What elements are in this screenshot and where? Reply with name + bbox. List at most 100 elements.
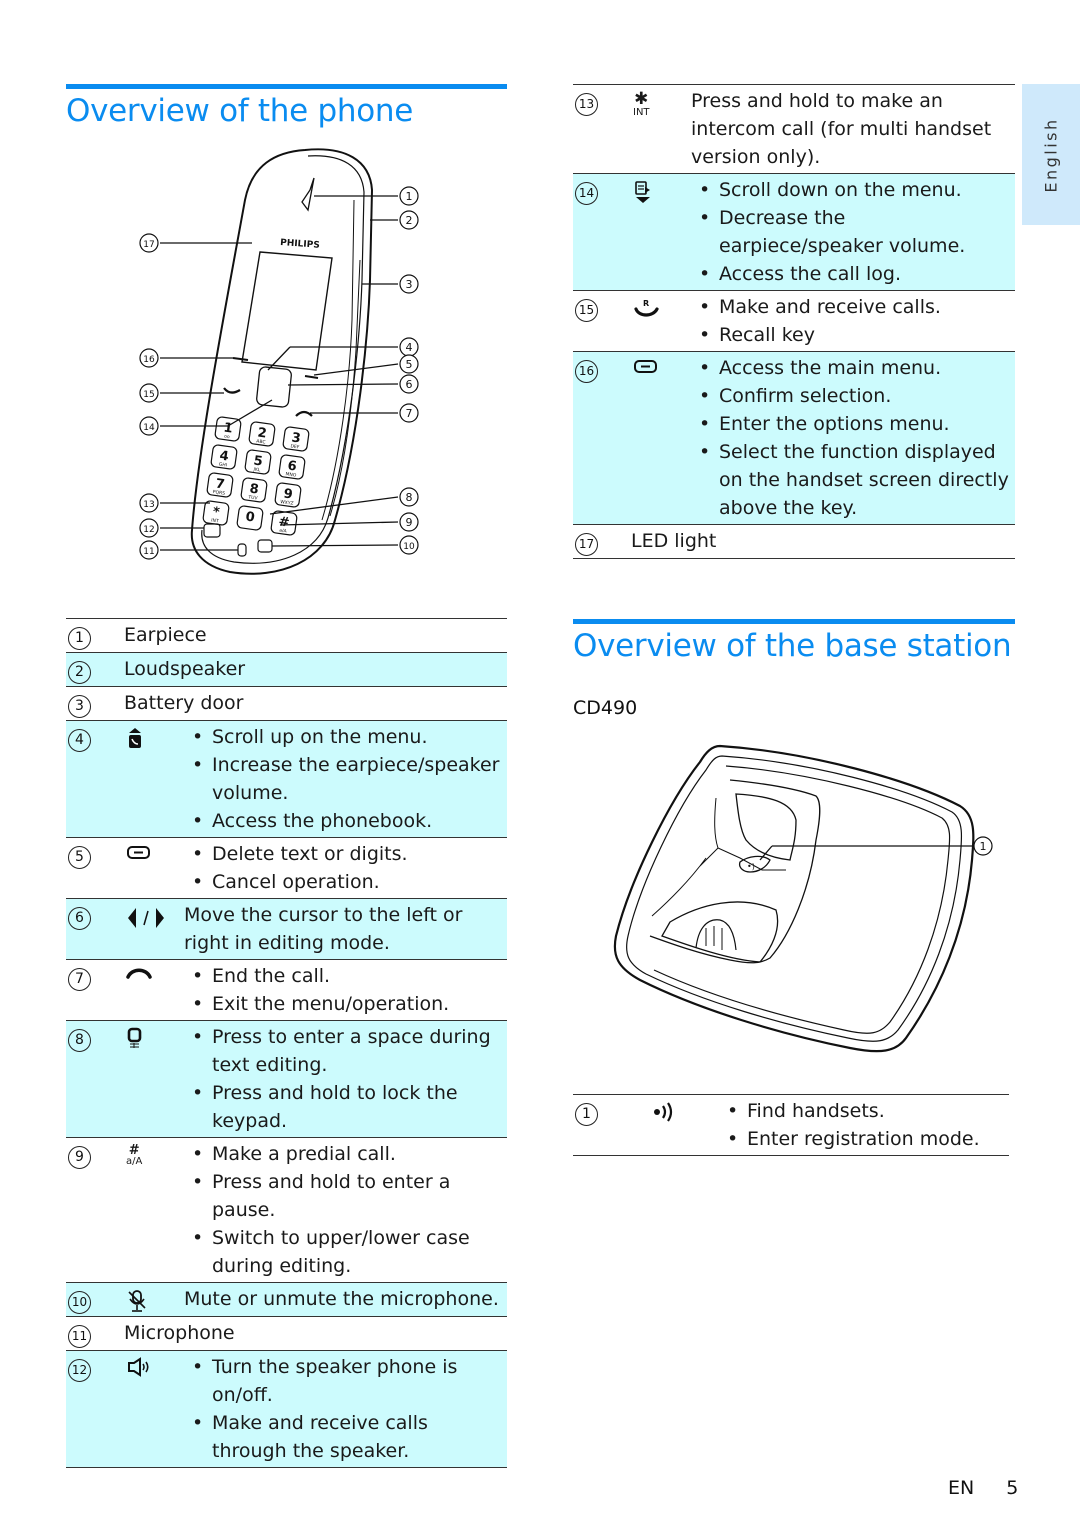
callout-11: 11 bbox=[139, 540, 159, 560]
callout-13: 13 bbox=[139, 493, 159, 513]
callout-16: 16 bbox=[139, 348, 159, 368]
part-number: 14 bbox=[573, 176, 631, 205]
keypad-key: 5JKL bbox=[244, 449, 272, 475]
part-row: 17 LED light bbox=[573, 525, 1015, 559]
svg-text:0: 0 bbox=[245, 509, 256, 525]
part-number: 1 bbox=[573, 1097, 649, 1126]
svg-text:17: 17 bbox=[143, 240, 154, 250]
svg-text:10: 10 bbox=[403, 542, 415, 552]
part-number-badge: 6 bbox=[68, 906, 91, 930]
part-description: Press to enter a space during text editi… bbox=[184, 1023, 507, 1135]
svg-text:INT: INT bbox=[211, 517, 219, 524]
part-number-badge: 8 bbox=[68, 1028, 91, 1052]
part-number-badge: 14 bbox=[575, 181, 598, 205]
bullet-item: Make a predial call. bbox=[184, 1140, 507, 1168]
svg-text:oo: oo bbox=[224, 435, 230, 441]
bullet-item: Increase the earpiece/speaker volume. bbox=[184, 751, 507, 807]
earpiece-slot bbox=[301, 177, 315, 212]
part-number-badge: 11 bbox=[68, 1324, 91, 1348]
part-label: LED light bbox=[631, 530, 717, 552]
part-description: Make a predial call.Press and hold to en… bbox=[184, 1140, 507, 1280]
bullet-item: Enter registration mode. bbox=[719, 1125, 1009, 1153]
bullet-item: Delete text or digits. bbox=[184, 840, 507, 868]
callouts-right: 1 2 3 4 5 6 7 8 9 10 bbox=[399, 186, 419, 555]
bullet-list: Make a predial call.Press and hold to en… bbox=[184, 1140, 507, 1280]
part-number: 6 bbox=[66, 901, 124, 930]
part-icon-cell bbox=[124, 1023, 184, 1053]
bullet-list: Press to enter a space during text editi… bbox=[184, 1023, 507, 1135]
svg-text:3: 3 bbox=[406, 278, 413, 291]
paging-icon bbox=[651, 1101, 677, 1123]
part-number-badge: 3 bbox=[68, 694, 91, 718]
left-right-arrows-icon bbox=[126, 905, 166, 931]
callout-15: 15 bbox=[139, 383, 159, 403]
part-number-badge: 1 bbox=[68, 626, 91, 650]
callout-8: 8 bbox=[399, 487, 419, 507]
part-number-badge: 10 bbox=[68, 1290, 91, 1314]
part-row: 4 Scroll up on the menu.Increase the earp… bbox=[66, 721, 507, 838]
callout-6: 6 bbox=[399, 374, 419, 394]
part-label: Battery door bbox=[124, 692, 244, 714]
keypad-key: 7PQRS bbox=[206, 472, 234, 498]
part-row: 11 Microphone bbox=[66, 1317, 507, 1351]
part-number-badge: 13 bbox=[575, 92, 598, 116]
callout-9: 9 bbox=[399, 512, 419, 532]
keypad-key: 4GHI bbox=[210, 444, 238, 470]
callout-17: 17 bbox=[139, 233, 159, 253]
part-number-badge: 1 bbox=[575, 1102, 598, 1126]
part-row: 1 Find handsets.Enter registration mode. bbox=[573, 1095, 1009, 1156]
part-icon-cell bbox=[124, 901, 184, 931]
bullet-item: Turn the speaker phone is on/off. bbox=[184, 1353, 507, 1409]
part-description: Scroll down on the menu.Decrease the ear… bbox=[691, 176, 1015, 288]
svg-text:9: 9 bbox=[406, 516, 413, 529]
bullet-item: Press and hold to lock the keypad. bbox=[184, 1079, 507, 1135]
page-footer: EN 5 bbox=[948, 1477, 1018, 1499]
part-number: 15 bbox=[573, 293, 631, 322]
mute-microphone-icon bbox=[126, 1289, 148, 1313]
keypad-key: 9WXYZ bbox=[274, 482, 302, 508]
part-number: 4 bbox=[66, 723, 124, 752]
svg-text:11: 11 bbox=[143, 547, 154, 557]
handset-parts-table-left: 1 Earpiece 2 Loudspeaker 3 Battery door 4 Scrol… bbox=[66, 618, 507, 1468]
part-icon-cell bbox=[631, 176, 691, 204]
part-number-badge: 7 bbox=[68, 967, 91, 991]
bullet-item: Press to enter a space during text editi… bbox=[184, 1023, 507, 1079]
part-number: 16 bbox=[573, 354, 631, 383]
handset-parts-table-right: 13 ✱ INT Press and hold to make an intercom… bbox=[573, 84, 1015, 559]
part-description: Scroll up on the menu.Increase the earpi… bbox=[184, 723, 507, 835]
bullet-item: Cancel operation. bbox=[184, 868, 507, 896]
handset-drawing: PHILIPS 1oo 2ABC 3DEF4GHI 5JKL 6MNO7PQRS 8TUV… bbox=[139, 148, 419, 575]
svg-text:•): •) bbox=[747, 862, 755, 871]
bullet-list: Make and receive calls.Recall key bbox=[691, 293, 1015, 349]
bullet-list: Turn the speaker phone is on/off.Make an… bbox=[184, 1353, 507, 1465]
bullet-list: End the call.Exit the menu/operation. bbox=[184, 962, 507, 1018]
part-row: 3 Battery door bbox=[66, 687, 507, 721]
bullet-item: Switch to upper/lower case during editin… bbox=[184, 1224, 507, 1280]
part-number: 9 bbox=[66, 1140, 124, 1169]
part-number: 1 bbox=[66, 621, 124, 650]
base-parts-table: 1 Find handsets.Enter registration mode. bbox=[573, 1094, 1009, 1156]
svg-text:5: 5 bbox=[406, 358, 413, 371]
part-row: 16 Access the main menu.Confirm selection… bbox=[573, 352, 1015, 525]
phone-section-title: Overview of the phone bbox=[66, 93, 413, 129]
part-number-badge: 15 bbox=[575, 298, 598, 322]
end-call-icon bbox=[126, 966, 152, 980]
part-number: 7 bbox=[66, 962, 124, 991]
svg-text:13: 13 bbox=[143, 500, 154, 510]
bullet-list: Scroll down on the menu.Decrease the ear… bbox=[691, 176, 1015, 288]
bullet-item: End the call. bbox=[184, 962, 507, 990]
part-number-badge: 4 bbox=[68, 728, 91, 752]
language-tab-label: English bbox=[1041, 116, 1061, 193]
part-number-badge: 16 bbox=[575, 359, 598, 383]
part-row: 15 R Make and receive calls.Recall key bbox=[573, 291, 1015, 352]
svg-text:8: 8 bbox=[406, 491, 413, 504]
keypad-key: 2ABC bbox=[248, 421, 276, 447]
part-icon-cell bbox=[124, 962, 184, 980]
callouts-left: 17 16 15 14 13 12 11 bbox=[139, 233, 159, 560]
part-row: 1 Earpiece bbox=[66, 619, 507, 653]
bullet-item: Decrease the earpiece/speaker volume. bbox=[691, 204, 1015, 260]
bullet-item: Make and receive calls through the speak… bbox=[184, 1409, 507, 1465]
calllog-down-icon bbox=[633, 180, 653, 204]
description-text: Press and hold to make an intercom call … bbox=[691, 90, 992, 168]
keypad-key: 8TUV bbox=[240, 477, 268, 503]
